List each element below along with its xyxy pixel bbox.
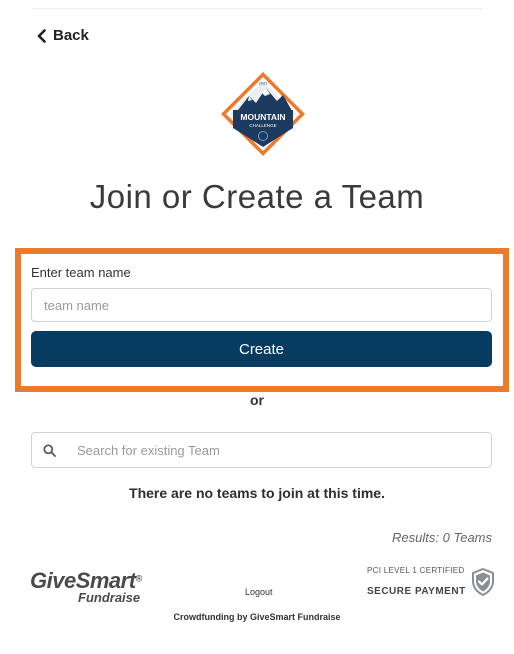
team-search-input[interactable] [77,435,477,465]
givesmart-logo: GiveSmart® Fundraise [30,568,150,608]
team-search-box[interactable] [31,432,492,468]
secure-payment-label: SECURE PAYMENT [367,586,466,597]
brand-registered: ® [135,573,143,584]
results-count: Results: 0 Teams [392,530,492,545]
shield-check-icon [472,568,494,596]
back-label: Back [53,27,89,44]
team-name-label: Enter team name [31,265,131,280]
brand-sub: Fundraise [78,590,141,605]
create-button[interactable]: Create [31,331,492,367]
logout-link[interactable]: Logout [245,587,273,597]
back-link[interactable]: Back [36,27,89,44]
secure-payment-badge: PCI LEVEL 1 CERTIFIED SECURE PAYMENT [367,566,497,602]
or-divider: or [250,392,264,408]
logo-year: 2021 [259,81,269,86]
crowdfunding-credit: Crowdfunding by GiveSmart Fundraise [173,612,341,622]
search-icon [43,443,56,457]
top-divider [32,8,482,9]
mountain-challenge-logo: 2021 MOUNTAIN CHALLENGE [221,72,305,156]
page-title: Join or Create a Team [89,178,425,215]
logo-text-mountain: MOUNTAIN [240,112,285,122]
chevron-left-icon [37,28,46,43]
logo-text-challenge: CHALLENGE [249,123,276,128]
no-teams-message: There are no teams to join at this time. [129,485,385,501]
team-name-input[interactable] [31,288,492,322]
